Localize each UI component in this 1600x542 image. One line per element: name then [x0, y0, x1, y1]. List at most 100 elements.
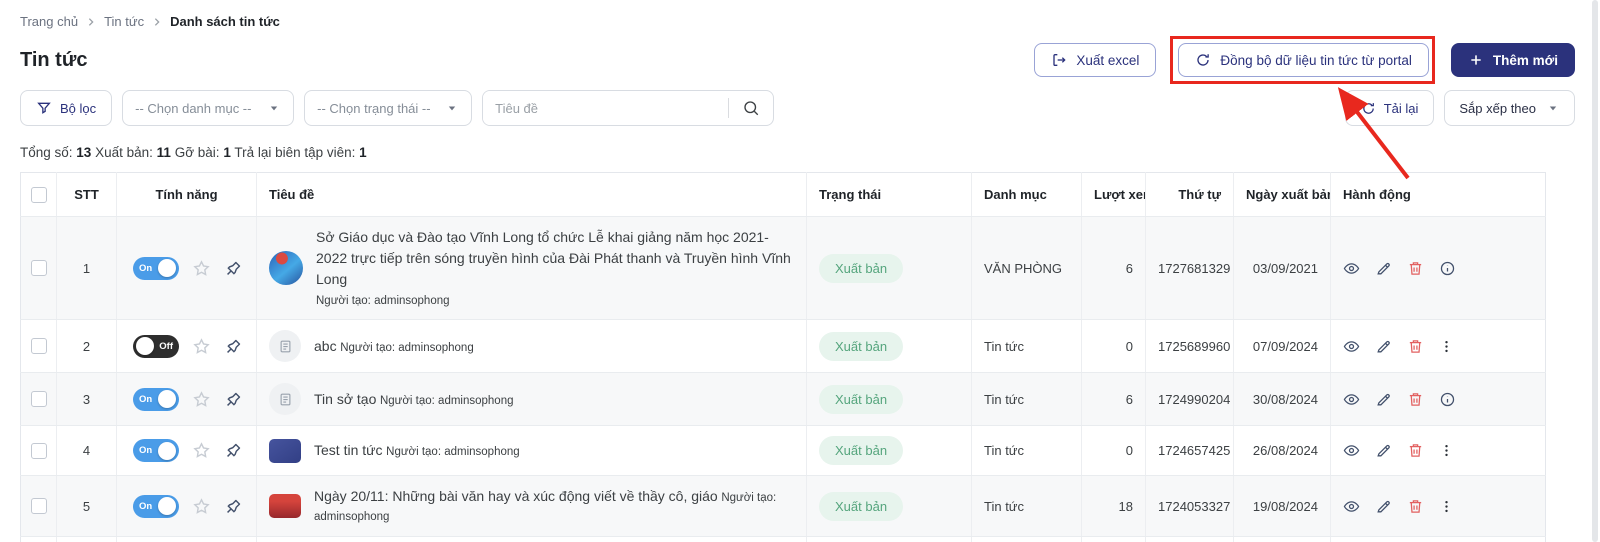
trash-action-button[interactable] [1407, 442, 1424, 459]
category-select[interactable]: -- Chọn danh mục -- [122, 90, 294, 126]
page-title: Tin tức [20, 49, 87, 72]
select-all-header [21, 173, 57, 217]
thumbnail [269, 494, 301, 518]
summary-item: Trả lại biên tập viên: 1 [234, 145, 366, 160]
pin-icon[interactable] [224, 390, 243, 409]
sort-label: Sắp xếp theo [1459, 101, 1536, 116]
table-row: 4 On Test tin tức Người tạo: adminsophon… [21, 426, 1546, 476]
search-input[interactable] [483, 91, 728, 125]
doc-icon [278, 339, 293, 354]
toggle-knob [158, 259, 176, 277]
row-checkbox[interactable] [31, 391, 47, 407]
news-title: Tin sở tạo [314, 391, 376, 407]
pencil-action-button[interactable] [1375, 498, 1392, 515]
kebab-action-button[interactable] [1439, 498, 1454, 515]
star-icon[interactable] [192, 337, 211, 356]
filter-button[interactable]: Bộ lọc [20, 90, 112, 126]
feature-toggle[interactable]: On [133, 439, 179, 462]
feature-toggle[interactable]: Off [133, 335, 179, 358]
sync-portal-button[interactable]: Đồng bộ dữ liệu tin tức từ portal [1178, 43, 1428, 77]
reload-button[interactable]: Tải lại [1345, 90, 1435, 126]
column-header-views: Lượt xem [1082, 173, 1146, 217]
info-action-button[interactable] [1439, 391, 1456, 408]
star-icon[interactable] [192, 259, 211, 278]
row-index: 4 [57, 426, 117, 476]
category-cell: Tin tức [972, 476, 1082, 537]
trash-action-button[interactable] [1407, 260, 1424, 277]
trash-icon [1407, 442, 1424, 459]
pin-icon[interactable] [224, 497, 243, 516]
table-row: 1 On Sở Giáo dục và Đào tạo Vĩnh Long tổ… [21, 217, 1546, 320]
summary-counts: Tổng số: 13 Xuất bản: 11 Gỡ bài: 1 Trả l… [20, 145, 1575, 160]
category-cell: Tin tức [972, 426, 1082, 476]
info-icon [1439, 260, 1456, 277]
trash-icon [1407, 391, 1424, 408]
pin-icon[interactable] [224, 337, 243, 356]
thumbnail [269, 330, 301, 362]
trash-icon [1407, 260, 1424, 277]
feature-toggle[interactable]: On [133, 388, 179, 411]
toggle-knob [136, 337, 154, 355]
pin-icon[interactable] [224, 259, 243, 278]
eye-action-button[interactable] [1343, 338, 1360, 355]
feature-toggle[interactable]: On [133, 257, 179, 280]
toggle-knob [158, 390, 176, 408]
column-header-cat: Danh mục [972, 173, 1082, 217]
select-all-checkbox[interactable] [31, 187, 47, 203]
kebab-action-button[interactable] [1439, 338, 1454, 355]
pencil-action-button[interactable] [1375, 338, 1392, 355]
chevron-down-icon [267, 101, 281, 115]
eye-action-button[interactable] [1343, 391, 1360, 408]
chevron-right-icon [152, 17, 162, 27]
pencil-action-button[interactable] [1375, 391, 1392, 408]
toggle-knob [158, 497, 176, 515]
status-select[interactable]: -- Chọn trạng thái -- [304, 90, 472, 126]
pin-icon[interactable] [224, 441, 243, 460]
pencil-action-button[interactable] [1375, 260, 1392, 277]
pencil-icon [1375, 260, 1392, 277]
scrollbar[interactable] [1590, 0, 1600, 542]
news-title: Sở Giáo dục và Đào tạo Vĩnh Long tổ chức… [316, 229, 791, 287]
eye-action-button[interactable] [1343, 442, 1360, 459]
creator-label: Người tạo: adminsophong [380, 395, 514, 407]
creator-label: Người tạo: adminsophong [386, 446, 520, 458]
summary-item: Gỡ bài: 1 [175, 145, 231, 160]
star-icon[interactable] [192, 390, 211, 409]
filter-label: Bộ lọc [60, 101, 96, 116]
breadcrumb-home-link[interactable]: Trang chủ [20, 14, 78, 29]
eye-action-button[interactable] [1343, 260, 1360, 277]
star-icon[interactable] [192, 497, 211, 516]
status-badge: Xuất bản [819, 385, 903, 414]
trash-action-button[interactable] [1407, 498, 1424, 515]
sort-button[interactable]: Sắp xếp theo [1444, 90, 1575, 126]
trash-icon [1407, 338, 1424, 355]
search-button[interactable] [729, 91, 773, 125]
export-excel-label: Xuất excel [1076, 53, 1139, 68]
scrollbar-thumb[interactable] [1592, 0, 1598, 542]
export-excel-button[interactable]: Xuất excel [1034, 43, 1156, 77]
pencil-action-button[interactable] [1375, 442, 1392, 459]
publish-date-cell: 07/09/2024 [1234, 320, 1331, 373]
order-cell: 1725689960 [1146, 320, 1234, 373]
row-checkbox[interactable] [31, 443, 47, 459]
trash-action-button[interactable] [1407, 338, 1424, 355]
row-checkbox[interactable] [31, 338, 47, 354]
feature-toggle[interactable]: On [133, 495, 179, 518]
add-new-button[interactable]: Thêm mới [1451, 43, 1575, 77]
views-cell: 6 [1082, 217, 1146, 320]
row-checkbox[interactable] [31, 260, 47, 276]
breadcrumb-news-link[interactable]: Tin tức [104, 14, 144, 29]
status-badge: Xuất bản [819, 254, 903, 283]
status-badge: Xuất bản [819, 492, 903, 521]
kebab-action-button[interactable] [1439, 442, 1454, 459]
eye-icon [1343, 338, 1360, 355]
search-box [482, 90, 774, 126]
column-header-status: Trạng thái [807, 173, 972, 217]
views-cell: 6 [1082, 373, 1146, 426]
table-row: 3 On Tin sở tạo Người tạo: adminsophong … [21, 373, 1546, 426]
star-icon[interactable] [192, 441, 211, 460]
info-action-button[interactable] [1439, 260, 1456, 277]
row-checkbox[interactable] [31, 498, 47, 514]
eye-action-button[interactable] [1343, 498, 1360, 515]
trash-action-button[interactable] [1407, 391, 1424, 408]
